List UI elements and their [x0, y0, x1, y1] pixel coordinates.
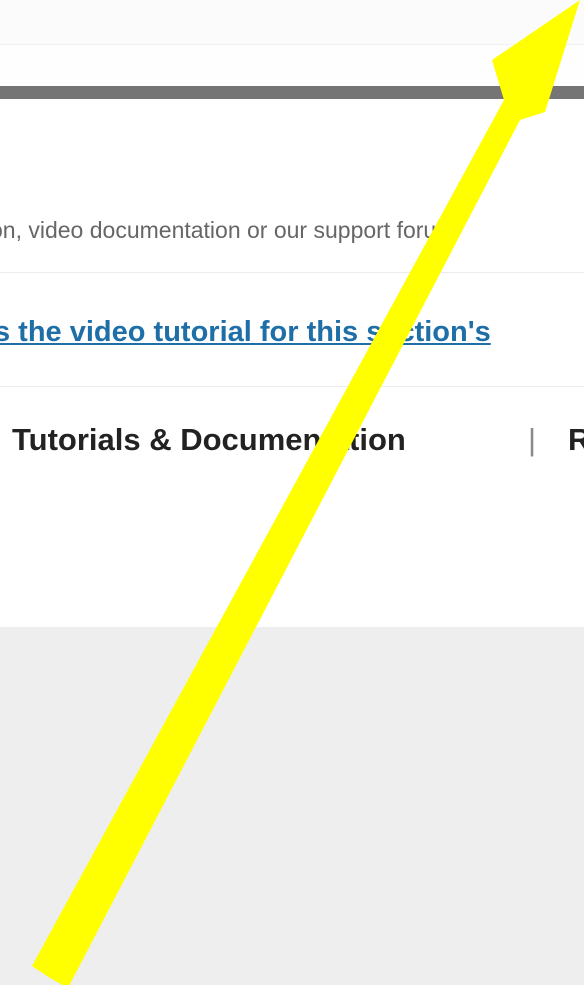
progress-bar-fill: [0, 86, 584, 99]
help-text: on, video documentation or our support f…: [0, 217, 437, 243]
footer-area: [0, 627, 584, 985]
help-nav: Tutorials & Documentation | R: [0, 412, 584, 468]
divider: [0, 272, 584, 273]
video-tutorial-link[interactable]: s the video tutorial for this section's: [0, 310, 584, 354]
nav-divider: |: [528, 422, 537, 457]
content-panel: [0, 100, 584, 627]
top-toolbar-strip: [0, 0, 584, 45]
progress-bar: [0, 86, 584, 99]
divider: [0, 386, 584, 387]
tutorials-documentation-link[interactable]: Tutorials & Documentation: [12, 412, 406, 468]
next-nav-link[interactable]: R: [568, 412, 584, 468]
